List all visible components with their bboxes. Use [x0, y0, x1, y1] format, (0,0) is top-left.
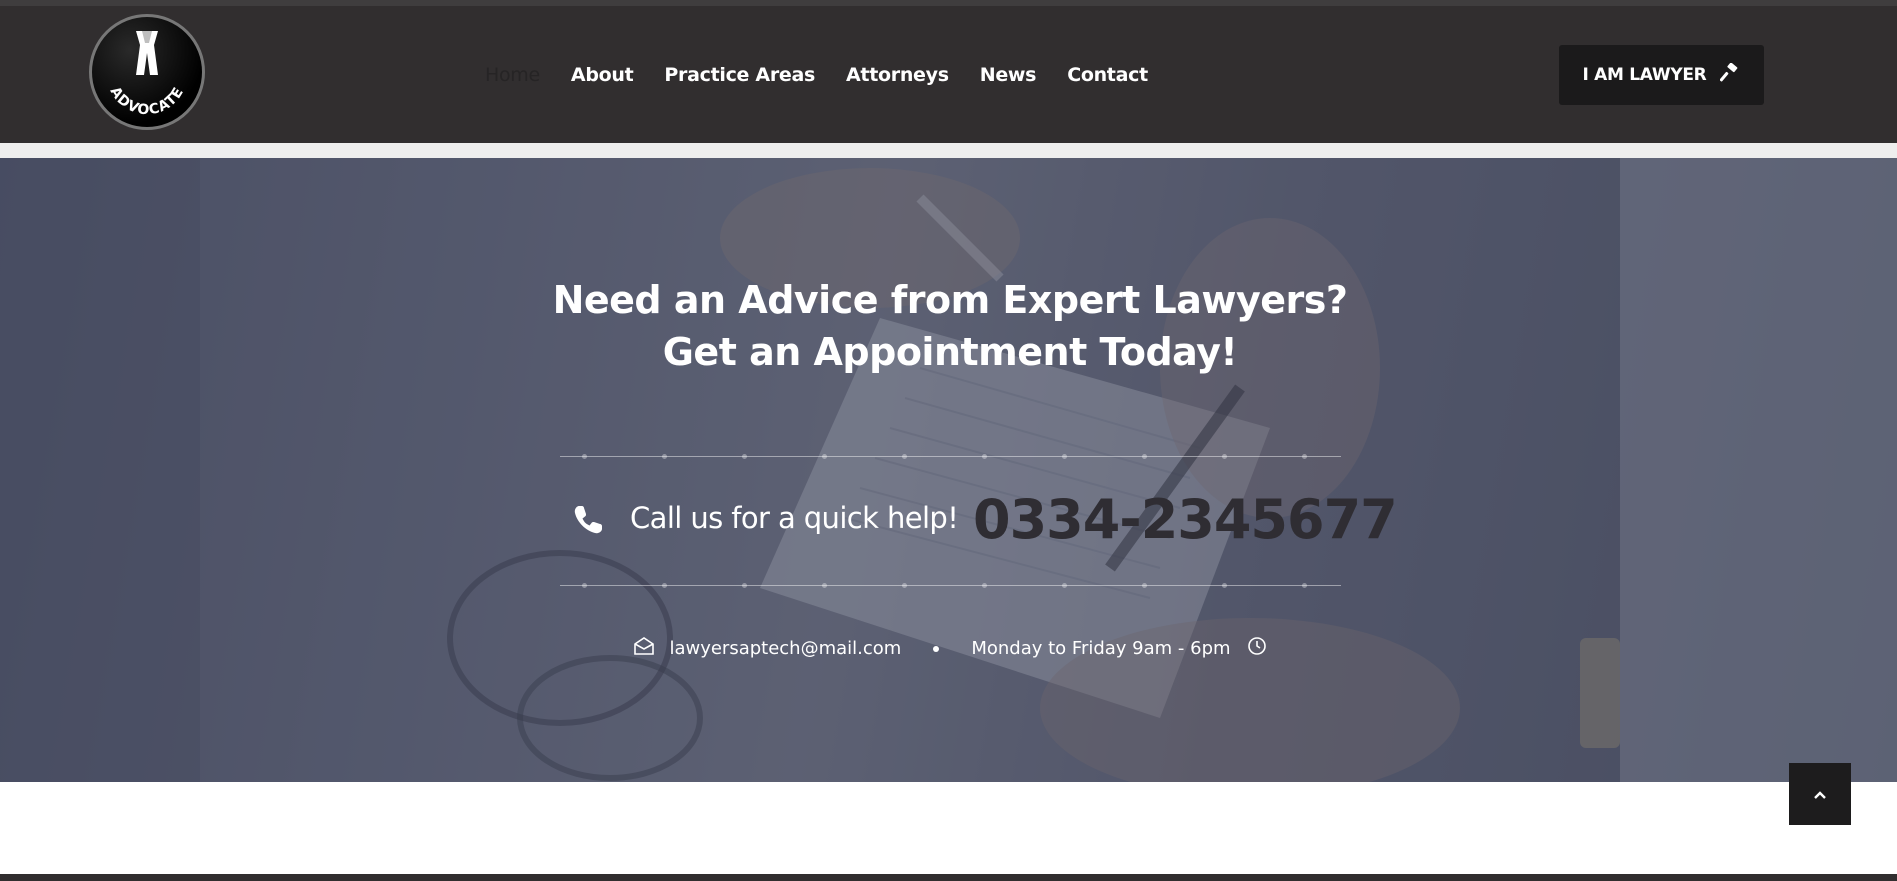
office-hours: Monday to Friday 9am - 6pm [971, 638, 1231, 659]
i-am-lawyer-label: I AM LAWYER [1582, 65, 1707, 85]
back-to-top-button[interactable] [1789, 763, 1851, 825]
i-am-lawyer-button[interactable]: I AM LAWYER [1559, 45, 1764, 105]
hero-overlay [0, 158, 1897, 782]
envelope-icon [633, 636, 655, 661]
header-band [0, 143, 1897, 158]
phone-icon [572, 504, 604, 540]
main-nav: Home About Practice Areas Attorneys News… [485, 64, 1179, 86]
divider-top [560, 454, 1341, 459]
nav-practice-areas[interactable]: Practice Areas [664, 64, 815, 86]
hero-headline: Need an Advice from Expert Lawyers? Get … [0, 274, 1897, 378]
headline-line-1: Need an Advice from Expert Lawyers? [552, 278, 1348, 322]
svg-text:ADVOCATE: ADVOCATE [107, 84, 188, 118]
nav-news[interactable]: News [980, 64, 1037, 86]
email-link[interactable]: lawyersaptech@mail.com [669, 638, 901, 659]
headline-line-2: Get an Appointment Today! [662, 330, 1238, 374]
logo-text: ADVOCATE [107, 84, 187, 118]
contact-info-row: lawyersaptech@mail.com Monday to Friday … [0, 636, 1897, 661]
chevron-up-icon [1813, 785, 1827, 804]
info-separator [933, 645, 940, 652]
advocate-bands-logo: ADVOCATE [107, 31, 188, 119]
nav-home[interactable]: Home [485, 64, 540, 86]
phone-number-link[interactable]: 0334-2345677 [973, 488, 1398, 551]
nav-about[interactable]: About [571, 64, 634, 86]
divider-bottom [560, 583, 1341, 588]
footer-strip [0, 874, 1897, 881]
site-logo[interactable]: ADVOCATE [89, 14, 205, 130]
appointment-hero: Need an Advice from Expert Lawyers? Get … [0, 158, 1897, 782]
gavel-icon [1720, 62, 1740, 87]
clock-icon [1247, 636, 1267, 661]
site-header: ADVOCATE Home About Practice Areas Attor… [0, 6, 1897, 143]
call-us-text: Call us for a quick help! [630, 501, 959, 535]
nav-contact[interactable]: Contact [1067, 64, 1148, 86]
nav-attorneys[interactable]: Attorneys [846, 64, 949, 86]
